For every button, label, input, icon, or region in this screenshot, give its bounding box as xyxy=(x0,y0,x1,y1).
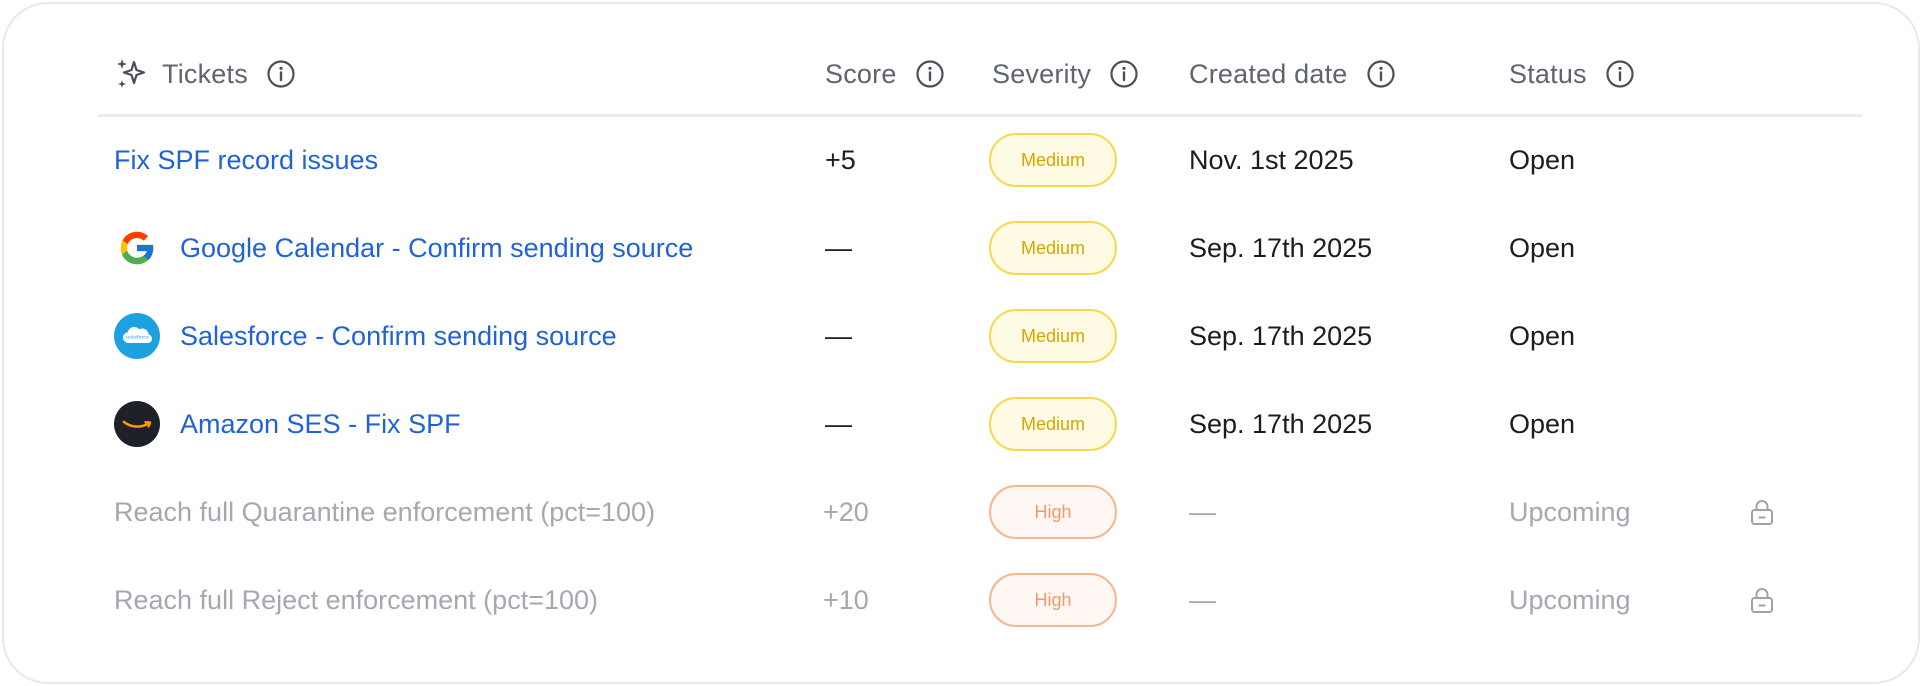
ticket-link[interactable]: Salesforce - Confirm sending source xyxy=(180,321,617,352)
column-score-label: Score xyxy=(825,58,897,89)
score-cell: +10 xyxy=(823,584,869,615)
score-cell: — xyxy=(825,408,852,439)
created-date-cell: — xyxy=(1189,584,1216,615)
info-icon[interactable] xyxy=(1605,59,1635,89)
status-cell: Upcoming xyxy=(1509,584,1631,615)
salesforce-icon: salesforce xyxy=(114,313,160,359)
severity-cell: High xyxy=(989,468,1117,556)
score-cell: — xyxy=(825,320,852,351)
lock-icon xyxy=(1751,588,1773,613)
table-row[interactable]: salesforce Salesforce - Confirm sending … xyxy=(4,292,1918,380)
table-row[interactable]: Amazon SES - Fix SPF — Medium Sep. 17th … xyxy=(4,380,1918,468)
ticket-title: Reach full Quarantine enforcement (pct=1… xyxy=(114,496,656,527)
column-status-label: Status xyxy=(1509,58,1587,89)
status-cell: Open xyxy=(1509,232,1576,263)
column-tickets-label: Tickets xyxy=(162,58,248,89)
ticket-title-cell: salesforce Salesforce - Confirm sending … xyxy=(114,292,617,380)
table-row[interactable]: Fix SPF record issues +5 Medium Nov. 1st… xyxy=(4,116,1918,204)
column-created-date-label: Created date xyxy=(1189,58,1348,89)
status-cell: Open xyxy=(1509,144,1576,175)
table-row[interactable]: Google Calendar - Confirm sending source… xyxy=(4,204,1918,292)
ticket-link[interactable]: Fix SPF record issues xyxy=(114,145,378,176)
created-date-cell: Sep. 17th 2025 xyxy=(1189,232,1373,263)
severity-badge: Medium xyxy=(989,397,1117,451)
column-score[interactable]: Score xyxy=(825,42,945,106)
info-icon[interactable] xyxy=(266,59,296,89)
severity-cell: Medium xyxy=(989,116,1117,204)
severity-cell: Medium xyxy=(989,204,1117,292)
severity-cell: Medium xyxy=(989,292,1117,380)
google-icon xyxy=(114,225,160,271)
tickets-card: Tickets Score Severity Created date Stat… xyxy=(2,2,1920,684)
score-cell: — xyxy=(825,232,852,263)
column-created-date[interactable]: Created date xyxy=(1189,42,1396,106)
status-cell: Open xyxy=(1509,408,1576,439)
table-header: Tickets Score Severity Created date Stat… xyxy=(4,42,1918,106)
ticket-link[interactable]: Amazon SES - Fix SPF xyxy=(180,409,461,440)
created-date-cell: — xyxy=(1189,496,1216,527)
lock-cell xyxy=(1749,556,1775,644)
created-date-cell: Sep. 17th 2025 xyxy=(1189,320,1373,351)
ticket-title-cell: Amazon SES - Fix SPF xyxy=(114,380,461,468)
severity-cell: Medium xyxy=(989,380,1117,468)
lock-icon xyxy=(1751,500,1773,525)
info-icon[interactable] xyxy=(1109,59,1139,89)
ticket-title: Reach full Reject enforcement (pct=100) xyxy=(114,584,598,615)
column-status[interactable]: Status xyxy=(1509,42,1635,106)
column-severity-label: Severity xyxy=(992,58,1092,89)
table-row: Reach full Quarantine enforcement (pct=1… xyxy=(4,468,1918,556)
ticket-title-cell: Reach full Quarantine enforcement (pct=1… xyxy=(114,468,655,556)
ticket-link[interactable]: Google Calendar - Confirm sending source xyxy=(180,233,693,264)
severity-badge: Medium xyxy=(989,133,1117,187)
status-cell: Upcoming xyxy=(1509,496,1631,527)
score-cell: +5 xyxy=(825,144,856,175)
severity-badge: High xyxy=(989,485,1117,539)
lock-cell xyxy=(1749,468,1775,556)
created-date-cell: Nov. 1st 2025 xyxy=(1189,144,1354,175)
severity-badge: Medium xyxy=(989,309,1117,363)
info-icon[interactable] xyxy=(915,59,945,89)
svg-text:salesforce: salesforce xyxy=(125,335,148,341)
ticket-title-cell: Google Calendar - Confirm sending source xyxy=(114,204,693,292)
column-severity[interactable]: Severity xyxy=(992,42,1139,106)
ticket-title-cell: Fix SPF record issues xyxy=(114,116,378,204)
table-row: Reach full Reject enforcement (pct=100) … xyxy=(4,556,1918,644)
info-icon[interactable] xyxy=(1366,59,1396,89)
score-cell: +20 xyxy=(823,496,869,527)
ticket-title-cell: Reach full Reject enforcement (pct=100) xyxy=(114,556,598,644)
severity-badge: High xyxy=(989,573,1117,627)
severity-cell: High xyxy=(989,556,1117,644)
sparkle-icon xyxy=(117,59,146,88)
created-date-cell: Sep. 17th 2025 xyxy=(1189,408,1373,439)
column-tickets[interactable]: Tickets xyxy=(114,42,296,106)
severity-badge: Medium xyxy=(989,221,1117,275)
amazon-icon xyxy=(114,401,160,447)
status-cell: Open xyxy=(1509,320,1576,351)
